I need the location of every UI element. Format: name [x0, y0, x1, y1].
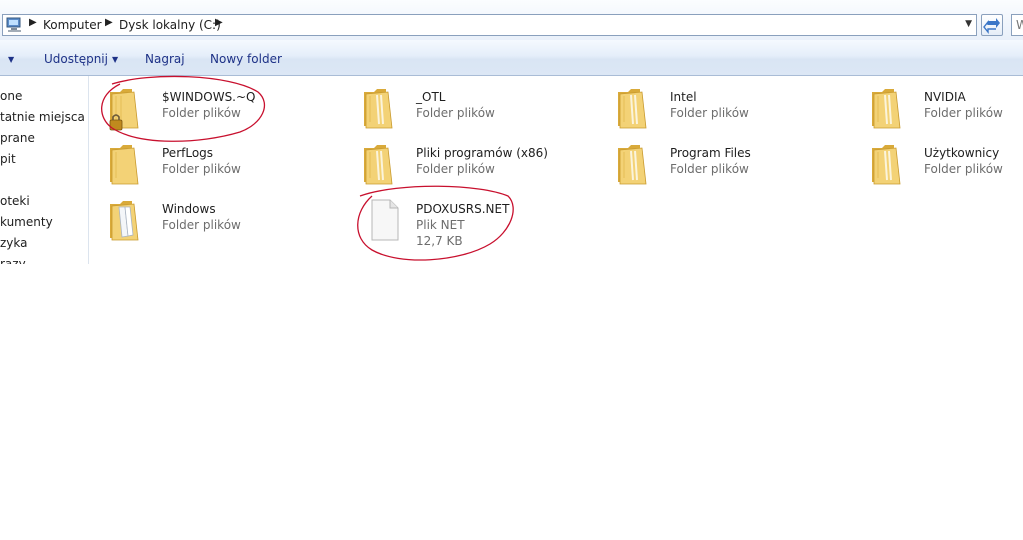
folder-icon — [618, 145, 647, 185]
navigation-pane: one tatnie miejsca prane pit oteki kumen… — [0, 76, 89, 264]
file-name: $WINDOWS.~Q — [162, 90, 256, 104]
folder-icon — [110, 201, 139, 241]
file-item[interactable]: Intel Folder plików — [614, 82, 854, 134]
computer-icon — [6, 17, 21, 32]
file-item[interactable]: NVIDIA Folder plików — [868, 82, 1023, 134]
file-item[interactable]: $WINDOWS.~Q Folder plików — [106, 82, 346, 134]
organize-dropdown-icon[interactable]: ▼ — [4, 52, 14, 66]
nav-item-music[interactable]: zyka — [0, 236, 28, 250]
file-item[interactable]: PDOXUSRS.NET Plik NET 12,7 KB — [360, 194, 600, 248]
file-type: Plik NET — [416, 218, 465, 232]
command-bar: ▼ Udostępnij ▼ Nagraj Nowy folder — [0, 40, 1023, 76]
breadcrumb-computer[interactable]: Komputer — [43, 18, 102, 32]
folder-icon — [364, 145, 393, 185]
nav-item-documents[interactable]: kumenty — [0, 215, 53, 229]
folder-icon — [872, 89, 901, 129]
breadcrumb-local-disk[interactable]: Dysk lokalny (C:) — [119, 18, 221, 32]
file-item[interactable]: Pliki programów (x86) Folder plików — [360, 138, 600, 190]
nav-item-libraries[interactable]: oteki — [0, 194, 30, 208]
file-type: Folder plików — [416, 106, 495, 120]
file-name: Windows — [162, 202, 216, 216]
folder-icon — [110, 145, 139, 185]
file-size: 12,7 KB — [416, 234, 463, 248]
file-type: Folder plików — [670, 162, 749, 176]
nav-item-desktop[interactable]: pit — [0, 152, 16, 166]
breadcrumb-chevron-icon[interactable]: ▶ — [29, 17, 37, 28]
file-type: Folder plików — [924, 162, 1003, 176]
refresh-icon — [983, 18, 1000, 34]
chevron-down-icon: ▼ — [111, 55, 119, 64]
refresh-button[interactable] — [981, 14, 1003, 36]
file-item[interactable]: Użytkownicy Folder plików — [868, 138, 1023, 190]
file-name: NVIDIA — [924, 90, 966, 104]
file-type: Folder plików — [162, 162, 241, 176]
share-menu-button[interactable]: Udostępnij ▼ — [44, 52, 118, 66]
address-bar[interactable]: ▶ Komputer ▶ Dysk lokalny (C:) ▶ ▼ — [2, 14, 977, 36]
nav-item-favorites-3[interactable]: prane — [0, 131, 35, 145]
nav-item-pictures[interactable]: razy — [0, 257, 26, 264]
file-type: Folder plików — [162, 106, 241, 120]
file-type: Folder plików — [924, 106, 1003, 120]
file-name: PDOXUSRS.NET — [416, 202, 510, 216]
file-type: Folder plików — [162, 218, 241, 232]
file-name: PerfLogs — [162, 146, 214, 160]
burn-button[interactable]: Nagraj — [145, 52, 185, 66]
address-bar-row: ▶ Komputer ▶ Dysk lokalny (C:) ▶ ▼ W — [0, 0, 1023, 40]
file-name: _OTL — [416, 90, 446, 104]
folder-icon — [364, 89, 393, 129]
address-history-dropdown-icon[interactable]: ▼ — [965, 19, 972, 29]
file-icon — [371, 199, 399, 241]
file-list: $WINDOWS.~Q Folder plików _OTL Folder pl… — [90, 76, 1023, 264]
file-item[interactable]: Program Files Folder plików — [614, 138, 854, 190]
folder-icon — [872, 145, 901, 185]
file-name: Program Files — [670, 146, 751, 160]
breadcrumb-chevron-icon[interactable]: ▶ — [105, 17, 113, 28]
file-name: Intel — [670, 90, 697, 104]
file-type: Folder plików — [670, 106, 749, 120]
nav-item-recent-places[interactable]: tatnie miejsca — [0, 110, 85, 124]
search-input[interactable]: W — [1011, 14, 1023, 36]
file-item[interactable]: PerfLogs Folder plików — [106, 138, 346, 190]
file-name: Użytkownicy — [924, 146, 1000, 160]
file-item[interactable]: _OTL Folder plików — [360, 82, 600, 134]
nav-item-downloads[interactable]: one — [0, 89, 22, 103]
new-folder-button[interactable]: Nowy folder — [210, 52, 282, 66]
share-menu-label: Udostępnij — [44, 52, 108, 66]
breadcrumb-chevron-icon[interactable]: ▶ — [215, 17, 223, 28]
file-item[interactable]: Windows Folder plików — [106, 194, 346, 246]
file-name: Pliki programów (x86) — [416, 146, 548, 160]
locked-folder-icon — [109, 89, 139, 131]
folder-icon — [618, 89, 647, 129]
file-type: Folder plików — [416, 162, 495, 176]
